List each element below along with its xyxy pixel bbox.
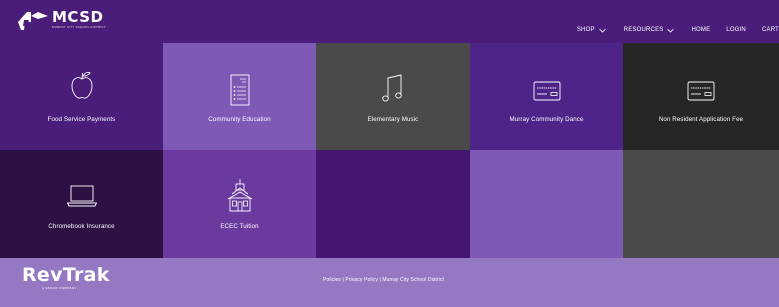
tile-empty bbox=[470, 150, 623, 258]
nav-cart[interactable]: CART bbox=[762, 27, 779, 33]
footer-link-privacy-policy[interactable]: Privacy Policy bbox=[345, 277, 378, 283]
revtrak-logo[interactable]: RevTrak A VANCO COMPANY bbox=[22, 265, 110, 291]
tile-label: Chromebook Insurance bbox=[48, 223, 115, 230]
mcsd-logo[interactable]: MCSD MURRAY CITY SCHOOL DISTRICT bbox=[18, 10, 106, 32]
site-header: MCSD MURRAY CITY SCHOOL DISTRICT SHOP RE… bbox=[0, 0, 779, 43]
revtrak-logo-subtitle: A VANCO COMPANY bbox=[42, 286, 77, 290]
laptop-icon bbox=[66, 185, 97, 207]
chevron-down-icon bbox=[598, 28, 606, 33]
apple-icon bbox=[71, 72, 92, 99]
nav-cart-label: CART bbox=[761, 27, 779, 33]
chevron-down-icon bbox=[667, 28, 675, 33]
nav-resources[interactable]: RESOURCES bbox=[624, 27, 675, 33]
tile-label: Elementary Music bbox=[367, 116, 419, 123]
tile-ecec-tuition[interactable]: ECEC Tuition bbox=[163, 150, 316, 258]
tile-label: Murray Community Dance bbox=[509, 116, 584, 123]
nav-resources-label: RESOURCES bbox=[623, 27, 664, 33]
music-note-icon bbox=[382, 74, 402, 102]
tile-label: Food Service Payments bbox=[47, 116, 116, 123]
logo-title: MCSD bbox=[52, 8, 104, 26]
schoolhouse-icon bbox=[227, 179, 252, 212]
tile-label: Non Resident Application Fee bbox=[658, 116, 744, 123]
nav-home-label: HOME bbox=[691, 27, 711, 33]
footer-link-murray-city-school-district[interactable]: Murray City School District bbox=[382, 277, 444, 283]
nav-login-label: LOGIN bbox=[726, 27, 746, 33]
tile-label: Community Education bbox=[208, 116, 271, 123]
tile-non-resident-application-fee[interactable]: Non Resident Application Fee bbox=[623, 43, 779, 150]
tile-community-education[interactable]: Community Education bbox=[163, 43, 316, 150]
footer-link-policies[interactable]: Policies bbox=[323, 277, 341, 283]
tile-chromebook-insurance[interactable]: Chromebook Insurance bbox=[0, 150, 163, 258]
footer-links: Policies | Privacy Policy | Murray City … bbox=[323, 277, 444, 283]
logo-subtitle: MURRAY CITY SCHOOL DISTRICT bbox=[52, 25, 106, 29]
tile-label: ECEC Tuition bbox=[220, 223, 259, 230]
nav-shop[interactable]: SHOP bbox=[577, 27, 606, 33]
nav-shop-label: SHOP bbox=[576, 27, 595, 33]
tile-murray-community-dance[interactable]: Murray Community Dance bbox=[470, 43, 623, 150]
card-icon bbox=[533, 81, 560, 101]
main-nav: SHOP RESOURCES HOME LOGIN CART bbox=[577, 27, 779, 33]
nav-login[interactable]: LOGIN bbox=[726, 27, 746, 33]
card-icon bbox=[687, 81, 715, 101]
tile-empty bbox=[623, 150, 779, 258]
document-list-icon bbox=[230, 74, 249, 106]
tile-elementary-music[interactable]: Elementary Music bbox=[316, 43, 470, 150]
revtrak-logo-title: RevTrak bbox=[22, 264, 110, 286]
nav-home[interactable]: HOME bbox=[691, 27, 710, 33]
mcsd-logo-icon bbox=[18, 12, 48, 30]
site-footer: RevTrak A VANCO COMPANY Policies | Priva… bbox=[0, 258, 779, 307]
tile-empty bbox=[316, 150, 470, 258]
tile-food-service-payments[interactable]: Food Service Payments bbox=[0, 43, 163, 150]
